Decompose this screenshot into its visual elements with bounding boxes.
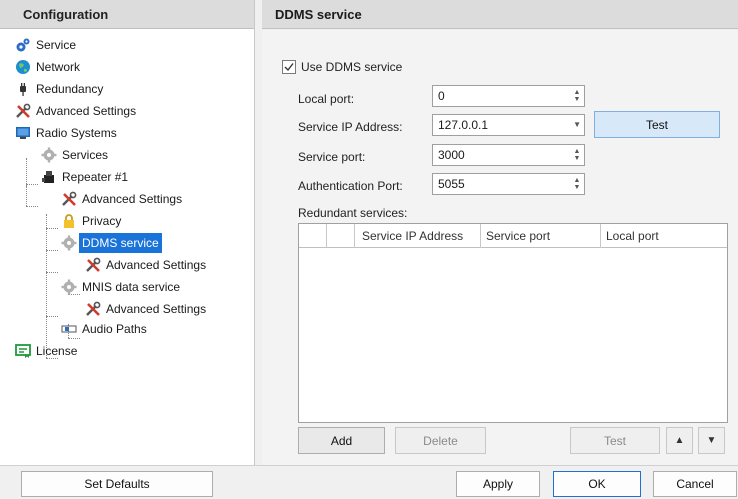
use-ddms-checkbox[interactable] xyxy=(282,60,296,74)
tree-label: Advanced Settings xyxy=(106,302,207,316)
column-service-port[interactable]: Service port xyxy=(481,224,601,248)
configuration-title: Configuration xyxy=(0,0,254,29)
grid-header: Service IP Address Service port Local po… xyxy=(299,224,727,248)
cancel-button[interactable]: Cancel xyxy=(653,471,737,497)
radio-system-icon xyxy=(14,124,32,142)
tree-item-ddms-advanced-settings[interactable]: Advanced Settings xyxy=(84,255,206,275)
tools-icon xyxy=(84,300,102,318)
auth-port-value: 5055 xyxy=(438,177,465,191)
panel-title: DDMS service xyxy=(262,0,738,29)
grid-test-button[interactable]: Test xyxy=(570,427,660,454)
tree-connector xyxy=(46,250,58,251)
tree-label: Audio Paths xyxy=(82,322,147,336)
tools-icon xyxy=(60,190,78,208)
tree-label: Repeater #1 xyxy=(62,170,129,184)
tree-item-advanced-settings[interactable]: Advanced Settings xyxy=(14,101,136,121)
spin-arrows-icon[interactable]: ▲ ▼ xyxy=(570,86,584,106)
tree-item-redundancy[interactable]: Redundancy xyxy=(14,79,103,99)
auth-port-field[interactable]: 5055 ▲ ▼ xyxy=(432,173,585,195)
tree-label: MNIS data service xyxy=(82,280,181,294)
service-ip-label: Service IP Address: xyxy=(298,120,403,134)
tree-item-privacy[interactable]: Privacy xyxy=(60,211,121,231)
local-port-label: Local port: xyxy=(298,92,355,106)
gears-icon xyxy=(14,36,32,54)
tree-label: Network xyxy=(36,60,81,74)
tree-label: Advanced Settings xyxy=(82,192,183,206)
service-port-value: 3000 xyxy=(438,148,465,162)
local-port-value: 0 xyxy=(438,89,445,103)
grid-row-indicator-column xyxy=(299,224,327,248)
dialog-footer: Set Defaults Apply OK Cancel xyxy=(0,465,738,499)
grid-select-column xyxy=(327,224,355,248)
use-ddms-label: Use DDMS service xyxy=(301,60,403,74)
tree-label: Service xyxy=(36,38,77,52)
tools-icon xyxy=(84,256,102,274)
service-ip-value: 127.0.0.1 xyxy=(438,118,489,132)
tree-label: Privacy xyxy=(82,214,122,228)
add-button[interactable]: Add xyxy=(298,427,385,454)
service-port-field[interactable]: 3000 ▲ ▼ xyxy=(432,144,585,166)
gear-icon xyxy=(40,146,58,164)
tree-connector xyxy=(26,158,27,186)
service-ip-field[interactable]: 127.0.0.1 ▼ xyxy=(432,114,585,136)
tree-item-services[interactable]: Services xyxy=(40,145,108,165)
tree-connector xyxy=(26,186,27,206)
tree-label: License xyxy=(36,344,78,358)
tree-item-ddms-service[interactable]: DDMS service xyxy=(60,233,162,253)
globe-icon xyxy=(14,58,32,76)
gear-icon xyxy=(60,278,78,296)
tree-label: Redundancy xyxy=(36,82,104,96)
configuration-panel: Configuration Service Network Redundancy… xyxy=(0,0,255,465)
license-icon xyxy=(14,342,32,360)
apply-button[interactable]: Apply xyxy=(456,471,540,497)
tree-item-repeater-advanced-settings[interactable]: Advanced Settings xyxy=(60,189,182,209)
tools-icon xyxy=(14,102,32,120)
tree-label: Services xyxy=(62,148,109,162)
tree-connector xyxy=(26,206,38,207)
test-button[interactable]: Test xyxy=(594,111,720,138)
set-defaults-button[interactable]: Set Defaults xyxy=(21,471,213,497)
tree-label: Advanced Settings xyxy=(36,104,137,118)
spin-arrows-icon[interactable]: ▲ ▼ xyxy=(570,174,584,194)
delete-button[interactable]: Delete xyxy=(395,427,486,454)
checkmark-icon xyxy=(284,63,294,72)
use-ddms-row: Use DDMS service xyxy=(282,60,402,74)
tree-item-service[interactable]: Service xyxy=(14,35,76,55)
move-up-button[interactable]: ▲ xyxy=(666,427,693,454)
column-service-ip[interactable]: Service IP Address xyxy=(355,224,481,248)
tree-label: Advanced Settings xyxy=(106,258,207,272)
tree-item-repeater[interactable]: Repeater #1 xyxy=(40,167,128,187)
gear-icon xyxy=(60,234,78,252)
tree-item-mnis-data-service[interactable]: MNIS data service xyxy=(60,277,180,297)
audio-path-icon xyxy=(60,320,78,338)
redundant-services-grid[interactable]: Service IP Address Service port Local po… xyxy=(298,223,728,423)
service-port-label: Service port: xyxy=(298,150,366,164)
repeater-icon xyxy=(40,168,58,186)
tree-item-mnis-advanced-settings[interactable]: Advanced Settings xyxy=(84,299,206,319)
lock-icon xyxy=(60,212,78,230)
spin-arrows-icon[interactable]: ▲ ▼ xyxy=(570,145,584,165)
tree-connector xyxy=(26,184,38,185)
tree-item-network[interactable]: Network xyxy=(14,57,80,77)
column-local-port[interactable]: Local port xyxy=(601,224,727,248)
tree-connector xyxy=(46,214,47,358)
ddms-settings-panel: Use DDMS service Local port: 0 ▲ ▼ Servic… xyxy=(262,30,738,465)
tree-item-license[interactable]: License xyxy=(14,341,77,361)
plug-icon xyxy=(14,80,32,98)
tree-item-radio-systems[interactable]: Radio Systems xyxy=(14,123,117,143)
dropdown-arrow-icon[interactable]: ▼ xyxy=(573,115,581,135)
auth-port-label: Authentication Port: xyxy=(298,179,403,193)
tree-connector xyxy=(46,316,58,317)
redundant-services-label: Redundant services: xyxy=(298,206,408,220)
ok-button[interactable]: OK xyxy=(553,471,641,497)
tree-item-audio-paths[interactable]: Audio Paths xyxy=(60,319,147,339)
tree-connector xyxy=(46,272,58,273)
tree-connector xyxy=(46,228,58,229)
move-down-button[interactable]: ▼ xyxy=(698,427,725,454)
tree-label: Radio Systems xyxy=(36,126,117,140)
local-port-field[interactable]: 0 ▲ ▼ xyxy=(432,85,585,107)
tree-label: DDMS service xyxy=(79,233,162,253)
